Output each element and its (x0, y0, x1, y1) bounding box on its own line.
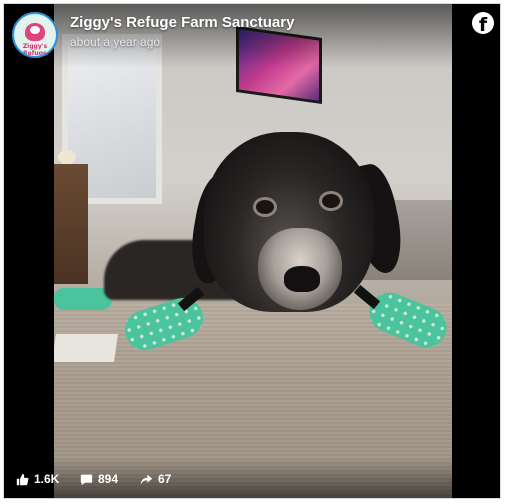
lamp (58, 150, 76, 164)
facebook-post-embed[interactable]: Ziggy's Refuge Ziggy's Refuge Farm Sanct… (3, 3, 501, 499)
post-footer: 1.6K 894 67 (4, 458, 500, 498)
comments-count[interactable]: 894 (80, 472, 118, 486)
pig-icon (30, 26, 40, 34)
page-name-link[interactable]: Ziggy's Refuge Farm Sanctuary (70, 14, 294, 31)
shares-value: 67 (158, 472, 172, 486)
page-avatar[interactable]: Ziggy's Refuge (12, 12, 58, 58)
likes-count[interactable]: 1.6K (16, 472, 59, 486)
cabinet (54, 164, 88, 284)
comment-icon (80, 474, 93, 485)
post-header: Ziggy's Refuge Ziggy's Refuge Farm Sanct… (4, 4, 500, 68)
comments-value: 894 (98, 472, 119, 486)
thumbs-up-icon (16, 473, 29, 485)
dog-right-eye (322, 194, 340, 208)
avatar-logo-text: Ziggy's Refuge (22, 43, 48, 57)
dog-nose (284, 266, 320, 292)
post-timestamp[interactable]: about a year ago (70, 35, 160, 49)
share-arrow-icon (140, 474, 153, 484)
shares-count[interactable]: 67 (140, 472, 171, 486)
post-photo[interactable] (54, 4, 452, 498)
dog-left-eye (256, 200, 274, 214)
facebook-icon[interactable]: f (472, 12, 494, 34)
likes-value: 1.6K (34, 472, 60, 486)
paper (54, 334, 118, 362)
